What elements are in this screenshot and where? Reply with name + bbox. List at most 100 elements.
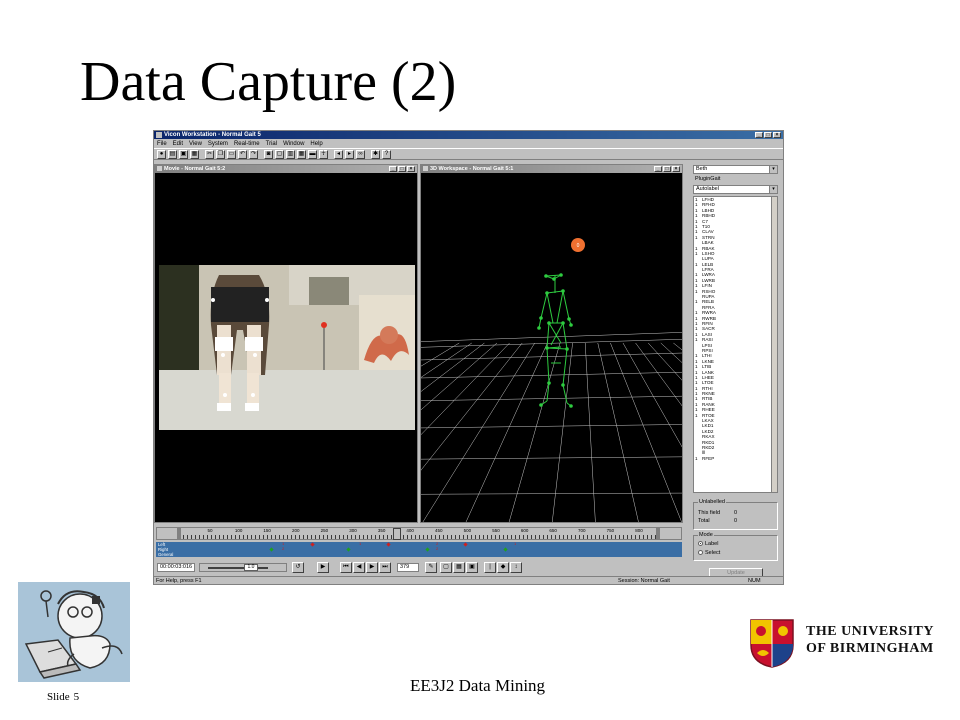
movie-maximize-icon[interactable]: □ xyxy=(398,166,406,172)
marker-list-scrollbar[interactable] xyxy=(771,197,777,492)
workspace-maximize-icon[interactable]: □ xyxy=(663,166,671,172)
marker-list[interactable]: 1 LFHD 1 RFHD 1 LBHD 1 RBHD 1 C7 1 T10 1 CLAV 1 STRN LBA… xyxy=(693,196,778,493)
redo-icon[interactable]: ↷ xyxy=(249,149,258,159)
range-end-handle[interactable] xyxy=(656,528,660,540)
loop-icon[interactable]: ↺ xyxy=(292,562,304,573)
chevron-down-icon[interactable]: ▾ xyxy=(769,166,777,173)
skeleton-joint xyxy=(561,321,565,325)
timeline-tick-label: 500 xyxy=(463,528,472,533)
view-single-icon[interactable]: ▢ xyxy=(440,562,452,573)
workspace-minimize-icon[interactable]: _ xyxy=(654,166,662,172)
print-icon[interactable]: ▦ xyxy=(190,149,199,159)
back-icon[interactable]: ◂ xyxy=(334,149,343,159)
menu-edit[interactable]: Edit xyxy=(173,141,183,147)
computer-user-cartoon xyxy=(18,582,130,682)
movie-title: Movie - Normal Gait 5:2 xyxy=(164,166,226,172)
radio-selected-icon[interactable] xyxy=(698,541,703,547)
event-up-down-icon[interactable]: ↕ xyxy=(510,562,522,573)
menu-window[interactable]: Window xyxy=(283,141,304,147)
grid-line xyxy=(421,342,523,471)
university-name: THE UNIVERSITY OF BIRMINGHAM xyxy=(806,623,934,657)
menu-view[interactable]: View xyxy=(189,141,202,147)
timeline-ruler[interactable]: 50 100 150 200 250 300 350 400 450 500 550 600 650 70… xyxy=(156,527,682,540)
workspace-pane[interactable]: 3D Workspace - Normal Gait 5:1 _ □ × 0 xyxy=(420,164,683,523)
timeline-tick-label: 450 xyxy=(435,528,443,533)
skip-end-icon[interactable]: ⏭ xyxy=(379,562,391,573)
event-diamond-icon[interactable]: ◆ xyxy=(497,562,509,573)
cut-icon[interactable]: ✂ xyxy=(205,149,214,159)
mode-select-radio[interactable]: Select xyxy=(698,550,720,556)
skeleton-joint xyxy=(561,289,565,293)
menu-help[interactable]: Help xyxy=(310,141,322,147)
chevron-down-icon[interactable]: ▾ xyxy=(769,186,777,193)
timeline-tick-label: 600 xyxy=(520,528,529,533)
pencil-icon[interactable]: ✎ xyxy=(425,562,437,573)
marker-list-item[interactable]: 1 RFEP xyxy=(694,456,777,461)
movie-pane[interactable]: Movie - Normal Gait 5:2 _ □ × xyxy=(154,164,418,523)
undo-icon[interactable]: ↶ xyxy=(238,149,247,159)
autolabel-select[interactable]: Autolabel ▾ xyxy=(693,185,778,194)
speed-value[interactable]: 1.0 xyxy=(244,564,258,571)
grid-line xyxy=(421,395,682,402)
mode-label-radio[interactable]: Label xyxy=(698,541,718,547)
movie-close-icon[interactable]: × xyxy=(407,166,415,172)
total-value: 0 xyxy=(734,518,738,524)
skeleton-joint xyxy=(569,404,573,408)
workspace-close-icon[interactable]: × xyxy=(672,166,680,172)
frame-number[interactable]: 379 xyxy=(397,563,419,572)
mode-title: Mode xyxy=(698,532,714,538)
menu-system[interactable]: System xyxy=(208,141,228,147)
camera-icon[interactable]: ◙ xyxy=(264,149,273,159)
step-back-icon[interactable]: ◀ xyxy=(353,562,365,573)
view-cam-icon[interactable]: ▣ xyxy=(466,562,478,573)
link-icon[interactable]: ∞ xyxy=(356,149,365,159)
unlabelled-title: Unlabelled xyxy=(698,499,726,505)
skeleton-icon[interactable]: ☥ xyxy=(319,149,328,159)
record-icon[interactable]: ● xyxy=(157,149,166,159)
pane-icon xyxy=(157,166,162,171)
grid-line xyxy=(622,342,682,448)
play-icon[interactable]: ▶ xyxy=(317,562,329,573)
help-icon[interactable]: ? xyxy=(382,149,391,159)
step-forward-icon[interactable]: ▶ xyxy=(366,562,378,573)
grid-icon[interactable]: ▦ xyxy=(297,149,306,159)
layout-icon[interactable]: ▥ xyxy=(286,149,295,159)
time-display[interactable]: 00:00:03:016 xyxy=(157,563,195,572)
skip-start-icon[interactable]: ⏮ xyxy=(340,562,352,573)
bulb-icon[interactable]: ✱ xyxy=(371,149,380,159)
range-start-handle[interactable] xyxy=(177,528,181,540)
grid-line xyxy=(421,492,682,495)
close-icon[interactable]: × xyxy=(773,132,781,138)
timeline-scrub-track[interactable] xyxy=(179,535,659,539)
grid-line xyxy=(597,342,639,522)
film-icon[interactable]: ▬ xyxy=(308,149,317,159)
minimize-icon[interactable]: _ xyxy=(755,132,763,138)
copy-icon[interactable]: ❐ xyxy=(216,149,225,159)
menu-trial[interactable]: Trial xyxy=(266,141,277,147)
window-icon[interactable]: ▢ xyxy=(275,149,284,159)
maximize-icon[interactable]: □ xyxy=(764,132,772,138)
workspace-title: 3D Workspace - Normal Gait 5:1 xyxy=(430,166,514,172)
event-mark-icon[interactable]: | xyxy=(484,562,496,573)
total-label: Total xyxy=(698,518,710,524)
speed-slider-track[interactable] xyxy=(208,567,268,569)
paste-icon[interactable]: ▭ xyxy=(227,149,236,159)
menu-file[interactable]: File xyxy=(157,141,167,147)
open-icon[interactable]: ▤ xyxy=(168,149,177,159)
status-session: Session: Normal Gait xyxy=(618,578,670,584)
forward-icon[interactable]: ▸ xyxy=(345,149,354,159)
save-icon[interactable]: ▣ xyxy=(179,149,188,159)
menu-real-time[interactable]: Real-time xyxy=(234,141,260,147)
subject-select[interactable]: Beth ▾ xyxy=(693,165,778,174)
view-grid-icon[interactable]: ▦ xyxy=(453,562,465,573)
event-tracks[interactable]: Left Right General 1 1 2 1 2 2 xyxy=(156,541,682,557)
3d-workspace-view[interactable]: 0 xyxy=(421,173,682,522)
timeline-tick-label: 800 xyxy=(635,528,643,533)
radio-icon[interactable] xyxy=(698,550,703,556)
event-number: 1 xyxy=(514,541,517,546)
speed-slider[interactable]: 1.0 xyxy=(199,563,287,572)
timeline-scrub-handle[interactable] xyxy=(393,528,401,540)
timeline-tick-label: 50 xyxy=(207,528,213,533)
skeleton-segment xyxy=(550,322,564,346)
movie-minimize-icon[interactable]: _ xyxy=(389,166,397,172)
